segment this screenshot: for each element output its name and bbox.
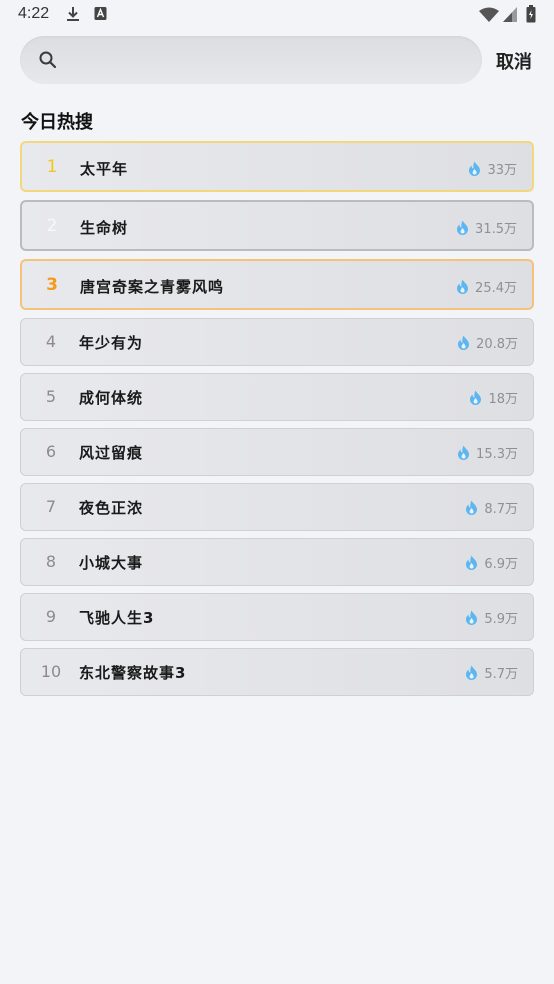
battery-icon xyxy=(526,5,536,23)
flame-icon xyxy=(457,220,469,235)
list-item[interactable]: 6 风过留痕 15.3万 xyxy=(20,428,534,476)
item-title: 东北警察故事3 xyxy=(79,664,187,682)
heat-value: 5.7万 xyxy=(465,663,518,682)
cancel-button[interactable]: 取消 xyxy=(496,48,532,74)
list-item[interactable]: 9 飞驰人生3 5.9万 xyxy=(20,593,534,641)
item-title: 成何体统 xyxy=(79,389,144,407)
heat-value: 6.9万 xyxy=(465,553,518,572)
item-title: 夜色正浓 xyxy=(79,499,144,517)
search-input[interactable] xyxy=(70,46,474,76)
flame-icon xyxy=(470,390,482,405)
rank-number: 5 xyxy=(45,387,57,406)
rank-number: 7 xyxy=(45,497,57,516)
a-icon xyxy=(94,7,107,20)
rank-number: 2 xyxy=(46,216,58,236)
rank-number: 6 xyxy=(45,442,57,461)
rank-number: 1 xyxy=(46,157,58,177)
list-item[interactable]: 5 成何体统 18万 xyxy=(20,373,534,421)
heat-value: 33万 xyxy=(468,159,517,178)
item-title: 小城大事 xyxy=(79,554,144,572)
status-time: 4:22 xyxy=(18,5,50,22)
flame-icon xyxy=(458,335,470,350)
list-item[interactable]: 8 小城大事 6.9万 xyxy=(20,538,534,586)
download-icon xyxy=(67,7,79,21)
flame-icon xyxy=(466,555,478,570)
flame-icon xyxy=(466,610,478,625)
rank-number: 4 xyxy=(45,332,57,351)
heat-value: 15.3万 xyxy=(457,443,518,462)
heat-value: 25.4万 xyxy=(456,277,517,296)
hot-search-list: 1 太平年 33万 2 生命树 31.5万 3 唐宫奇案之青雾风鸣 25.4万 … xyxy=(20,141,534,703)
item-title: 太平年 xyxy=(80,160,129,178)
heat-value: 20.8万 xyxy=(457,333,518,352)
heat-value: 5.9万 xyxy=(465,608,518,627)
item-title: 风过留痕 xyxy=(79,444,144,462)
item-title: 生命树 xyxy=(80,219,129,237)
rank-number: 3 xyxy=(46,275,58,295)
rank-number: 10 xyxy=(40,662,62,681)
list-item[interactable]: 2 生命树 31.5万 xyxy=(20,200,534,251)
search-bar[interactable] xyxy=(20,36,482,84)
search-icon xyxy=(39,51,57,69)
rank-number: 8 xyxy=(45,552,57,571)
list-item[interactable]: 3 唐宫奇案之青雾风鸣 25.4万 xyxy=(20,259,534,310)
item-title: 飞驰人生3 xyxy=(79,609,155,627)
flame-icon xyxy=(466,500,478,515)
section-title: 今日热搜 xyxy=(21,112,93,133)
flame-icon xyxy=(466,665,478,680)
wifi-icon xyxy=(479,7,499,22)
signal-icon xyxy=(503,7,517,22)
heat-value: 18万 xyxy=(469,388,518,407)
list-item[interactable]: 4 年少有为 20.8万 xyxy=(20,318,534,366)
heat-value: 8.7万 xyxy=(465,498,518,517)
flame-icon xyxy=(457,279,469,294)
status-bar: 4:22 xyxy=(0,0,554,30)
list-item[interactable]: 10 东北警察故事3 5.7万 xyxy=(20,648,534,696)
flame-icon xyxy=(469,161,481,176)
list-item[interactable]: 7 夜色正浓 8.7万 xyxy=(20,483,534,531)
item-title: 唐宫奇案之青雾风鸣 xyxy=(80,278,225,296)
list-item[interactable]: 1 太平年 33万 xyxy=(20,141,534,192)
flame-icon xyxy=(458,445,470,460)
heat-value: 31.5万 xyxy=(456,218,517,237)
item-title: 年少有为 xyxy=(79,334,144,352)
rank-number: 9 xyxy=(45,607,57,626)
